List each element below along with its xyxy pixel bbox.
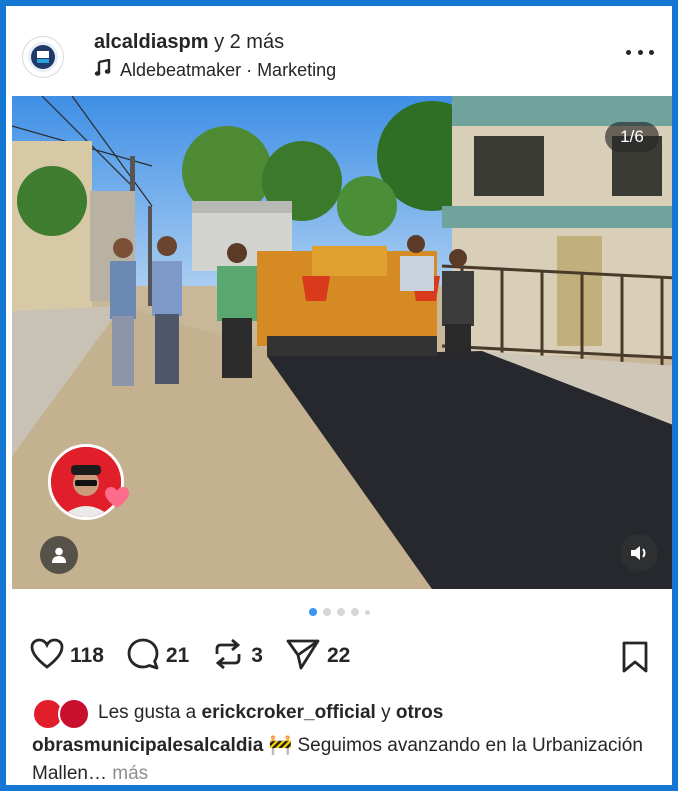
construction-emoji: 🚧 [268,735,293,756]
heart-badge-icon [104,486,130,510]
post-header: alcaldiaspm y 2 más Aldebeatmaker · Mark… [6,6,672,96]
carousel-dot [350,608,359,616]
shares-count: 22 [326,644,351,667]
repost-button[interactable]: 3 [211,637,263,676]
author-name[interactable]: alcaldiaspm [94,31,209,53]
user-tag-icon[interactable] [40,536,78,574]
carousel-dot [336,608,345,616]
audio-info[interactable]: Aldebeatmaker · Marketing [94,58,337,82]
caption-username[interactable]: obrasmunicipalesalcaldia [32,735,263,756]
carousel-indicator [6,608,672,616]
author-username[interactable]: alcaldiaspm y 2 más [94,31,284,54]
liked-by-user[interactable]: erickcroker_official [202,702,376,724]
music-note-icon [94,58,112,82]
liked-by-prefix: Les gusta a [98,702,197,723]
more-options-icon[interactable] [626,42,654,62]
liker-avatar [58,698,90,730]
author-logo [28,42,58,72]
likes-count: 118 [70,644,104,667]
carousel-dot [322,608,331,616]
repost-icon[interactable] [211,637,245,676]
liked-by-join: y [381,702,391,723]
carousel-dot [364,609,370,615]
volume-icon[interactable] [620,534,658,572]
audio-label: Aldebeatmaker · Marketing [120,60,337,80]
like-button[interactable]: 118 [30,638,104,675]
post-photo[interactable]: 1/6 [12,96,672,589]
comment-button[interactable]: 21 [126,637,189,676]
post-card: alcaldiaspm y 2 más Aldebeatmaker · Mark… [6,6,672,785]
liked-by-avatars [32,698,90,730]
share-button[interactable]: 22 [285,637,350,676]
liked-by-row[interactable]: Les gusta a erickcroker_official y otros [32,698,444,730]
send-icon[interactable] [285,637,321,676]
author-avatar[interactable] [22,36,64,78]
post-caption: obrasmunicipalesalcaldia 🚧 Seguimos avan… [32,732,652,785]
street-paving-photo [12,96,672,589]
media-counter: 1/6 [605,122,659,152]
comments-count: 21 [165,644,190,667]
collaborators-label[interactable]: y 2 más [209,31,284,53]
caption-more-link[interactable]: más [107,763,148,784]
heart-icon[interactable] [30,638,64,675]
carousel-dot-active [308,608,317,616]
liked-by-others[interactable]: otros [396,702,444,724]
comment-bubble-icon[interactable] [126,637,160,676]
bookmark-icon[interactable] [620,640,650,679]
reposts-count: 3 [251,644,263,667]
action-bar: 118 21 3 22 [30,636,372,676]
